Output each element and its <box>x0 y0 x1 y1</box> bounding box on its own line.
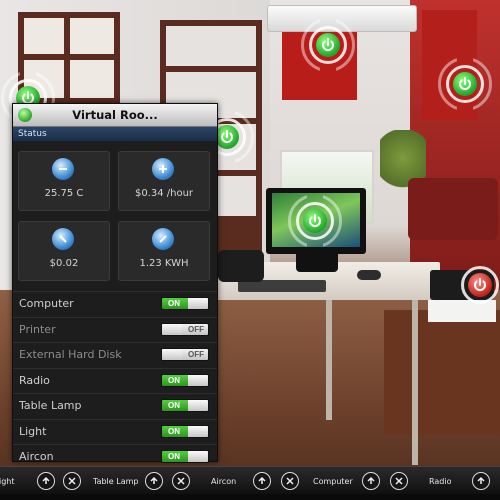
close-icon[interactable] <box>63 472 81 490</box>
chair <box>408 178 498 240</box>
close-icon[interactable] <box>281 472 299 490</box>
panel-header: Virtual Roo... <box>13 104 217 127</box>
device-row-computer: Computer ON <box>13 291 217 317</box>
device-label: External Hard Disk <box>19 348 122 361</box>
light-toggle[interactable]: ON <box>161 424 209 438</box>
book <box>428 300 496 322</box>
device-row-table-lamp: Table Lamp ON <box>13 393 217 419</box>
camera <box>218 250 264 282</box>
device-row-radio: Radio ON <box>13 367 217 394</box>
task-radio[interactable]: Radio <box>429 467 451 495</box>
cost-icon <box>52 228 74 250</box>
bottom-strip <box>0 494 500 500</box>
device-list: Computer ON Printer OFF External Hard Di… <box>13 291 217 470</box>
task-table-lamp[interactable]: Table Lamp <box>93 467 138 495</box>
desk-leg <box>326 300 332 420</box>
up-arrow-icon[interactable] <box>472 472 490 490</box>
table-lamp-toggle[interactable]: ON <box>161 399 209 412</box>
printer-power-icon[interactable] <box>461 266 499 304</box>
device-label: Aircon <box>19 450 54 463</box>
stats-grid: 25.75 C $0.34 /hour $0.02 1.23 KWH <box>13 141 217 291</box>
cost-tile: $0.02 <box>18 221 110 281</box>
temperature-tile: 25.75 C <box>18 151 110 211</box>
desk-leg <box>412 300 418 465</box>
external-hard-disk-toggle[interactable]: OFF <box>161 348 209 361</box>
close-icon[interactable] <box>390 472 408 490</box>
rate-tile: $0.34 /hour <box>118 151 210 211</box>
light-power-icon[interactable] <box>438 57 492 111</box>
device-row-external-hard-disk: External Hard Disk OFF <box>13 342 217 368</box>
up-arrow-icon[interactable] <box>253 472 271 490</box>
up-arrow-icon[interactable] <box>37 472 55 490</box>
panel-title: Virtual Roo... <box>72 108 158 122</box>
energy-icon <box>152 228 174 250</box>
energy-tile: 1.23 KWH <box>118 221 210 281</box>
mouse <box>357 270 381 280</box>
energy-value: 1.23 KWH <box>139 258 189 269</box>
device-label: Computer <box>19 297 74 310</box>
task-light[interactable]: ight <box>0 467 15 495</box>
device-row-printer: Printer OFF <box>13 316 217 343</box>
aircon-toggle[interactable]: ON <box>161 450 209 463</box>
device-row-light: Light ON <box>13 418 217 445</box>
computer-toggle[interactable]: ON <box>161 297 209 310</box>
cost-value: $0.02 <box>49 258 79 269</box>
cabinet <box>384 310 500 435</box>
close-icon[interactable] <box>172 472 190 490</box>
device-label: Printer <box>19 322 56 336</box>
computer-power-icon[interactable] <box>288 194 342 248</box>
device-label: Radio <box>19 373 50 387</box>
aircon-power-icon[interactable] <box>301 18 355 72</box>
task-computer[interactable]: Computer <box>313 467 353 495</box>
thermometer-icon <box>52 158 74 180</box>
dollar-rate-icon <box>152 158 174 180</box>
up-arrow-icon[interactable] <box>145 472 163 490</box>
device-label: Table Lamp <box>19 399 82 412</box>
monitor-stand <box>296 254 338 272</box>
bottom-taskbar: ight Table Lamp Aircon Computer Radio <box>0 466 500 495</box>
status-section-label: Status <box>13 127 217 141</box>
radio-toggle[interactable]: ON <box>161 373 209 387</box>
up-arrow-icon[interactable] <box>362 472 380 490</box>
temperature-value: 25.75 C <box>44 188 84 199</box>
virtual-room-panel: Virtual Roo... Status 25.75 C $0.34 /hou… <box>12 103 218 463</box>
task-aircon[interactable]: Aircon <box>211 467 236 495</box>
rate-value: $0.34 /hour <box>134 188 194 199</box>
printer-toggle[interactable]: OFF <box>161 322 209 336</box>
device-label: Light <box>19 424 47 438</box>
